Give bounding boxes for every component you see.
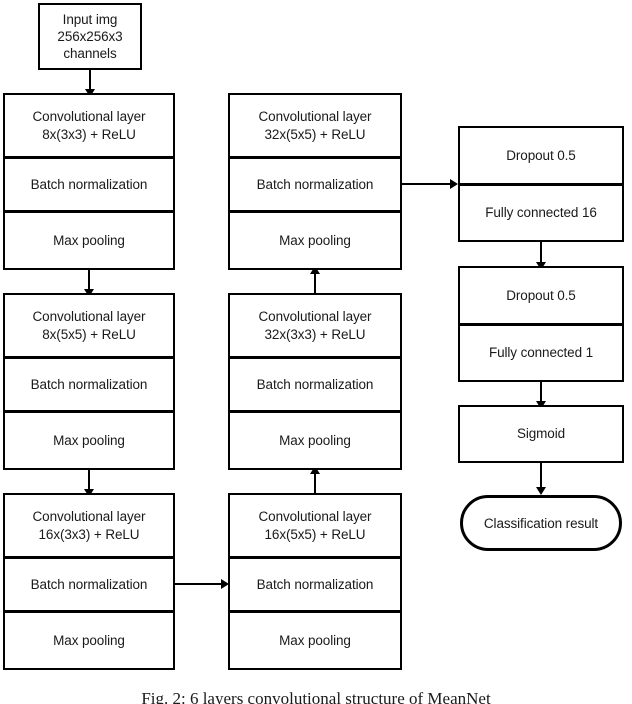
conv-label-line1: Convolutional layer (258, 309, 372, 325)
conv-label-line1: Convolutional layer (258, 109, 372, 125)
conv-layer-32x3x3: Convolutional layer 32x(3x3) + ReLU (230, 295, 400, 356)
max-pooling-4: Max pooling (230, 610, 400, 668)
batch-normalization-4: Batch normalization (230, 556, 400, 610)
max-pooling-5: Max pooling (230, 410, 400, 468)
batch-normalization-1: Batch normalization (5, 156, 173, 210)
input-line-2: 256x256x3 (57, 28, 123, 44)
input-line-3: channels (63, 46, 117, 62)
right-dense-group-1: Dropout 0.5 Fully connected 16 (458, 126, 624, 242)
conv-label-line2: 32x(5x5) + ReLU (264, 126, 366, 142)
conv-label-line2: 16x(3x3) + ReLU (38, 526, 140, 542)
conv-layer-8x3x3: Convolutional layer 8x(3x3) + ReLU (5, 95, 173, 156)
conv-label-line1: Convolutional layer (32, 309, 146, 325)
middle-block-4: Convolutional layer 16x(5x5) + ReLU Batc… (228, 493, 402, 670)
left-block-2: Convolutional layer 8x(5x5) + ReLU Batch… (3, 293, 175, 470)
right-dense-group-2: Dropout 0.5 Fully connected 1 (458, 266, 624, 382)
connector-left3-to-middle4 (175, 583, 223, 585)
batch-normalization-2: Batch normalization (5, 356, 173, 410)
conv-layer-8x5x5: Convolutional layer 8x(5x5) + ReLU (5, 295, 173, 356)
dropout-1: Dropout 0.5 (460, 128, 622, 183)
figure-canvas: Input img 256x256x3 channels Convolution… (0, 0, 632, 704)
conv-label-line1: Convolutional layer (32, 109, 146, 125)
sigmoid-box: Sigmoid (458, 405, 624, 463)
left-block-3: Convolutional layer 16x(3x3) + ReLU Batc… (3, 493, 175, 670)
input-image-box: Input img 256x256x3 channels (38, 3, 142, 70)
max-pooling-6: Max pooling (230, 210, 400, 268)
batch-normalization-6: Batch normalization (230, 156, 400, 210)
conv-layer-16x3x3: Convolutional layer 16x(3x3) + ReLU (5, 495, 173, 556)
arrowhead-middle6-to-dense (450, 179, 458, 189)
batch-normalization-3: Batch normalization (5, 556, 173, 610)
conv-label-line1: Convolutional layer (32, 509, 146, 525)
fully-connected-16: Fully connected 16 (460, 183, 622, 240)
input-image-label: Input img 256x256x3 channels (51, 11, 128, 63)
max-pooling-2: Max pooling (5, 410, 173, 468)
middle-block-6: Convolutional layer 32x(5x5) + ReLU Batc… (228, 93, 402, 270)
conv-layer-16x5x5: Convolutional layer 16x(5x5) + ReLU (230, 495, 400, 556)
input-line-1: Input img (62, 11, 118, 27)
max-pooling-3: Max pooling (5, 610, 173, 668)
middle-block-5: Convolutional layer 32x(3x3) + ReLU Batc… (228, 293, 402, 470)
conv-label-line2: 8x(3x3) + ReLU (42, 126, 136, 142)
fully-connected-1: Fully connected 1 (460, 323, 622, 380)
conv-label-line2: 32x(3x3) + ReLU (264, 326, 366, 342)
arrowhead-sigmoid-to-result (536, 487, 546, 495)
conv-layer-32x5x5: Convolutional layer 32x(5x5) + ReLU (230, 95, 400, 156)
connector-middle6-to-dense (402, 183, 453, 185)
conv-label-line2: 8x(5x5) + ReLU (42, 326, 136, 342)
figure-caption: Fig. 2: 6 layers convolutional structure… (141, 689, 491, 704)
dropout-2: Dropout 0.5 (460, 268, 622, 323)
classification-result-terminal: Classification result (460, 495, 622, 551)
left-block-1: Convolutional layer 8x(3x3) + ReLU Batch… (3, 93, 175, 270)
max-pooling-1: Max pooling (5, 210, 173, 268)
conv-label-line1: Convolutional layer (258, 509, 372, 525)
batch-normalization-5: Batch normalization (230, 356, 400, 410)
conv-label-line2: 16x(5x5) + ReLU (264, 526, 366, 542)
